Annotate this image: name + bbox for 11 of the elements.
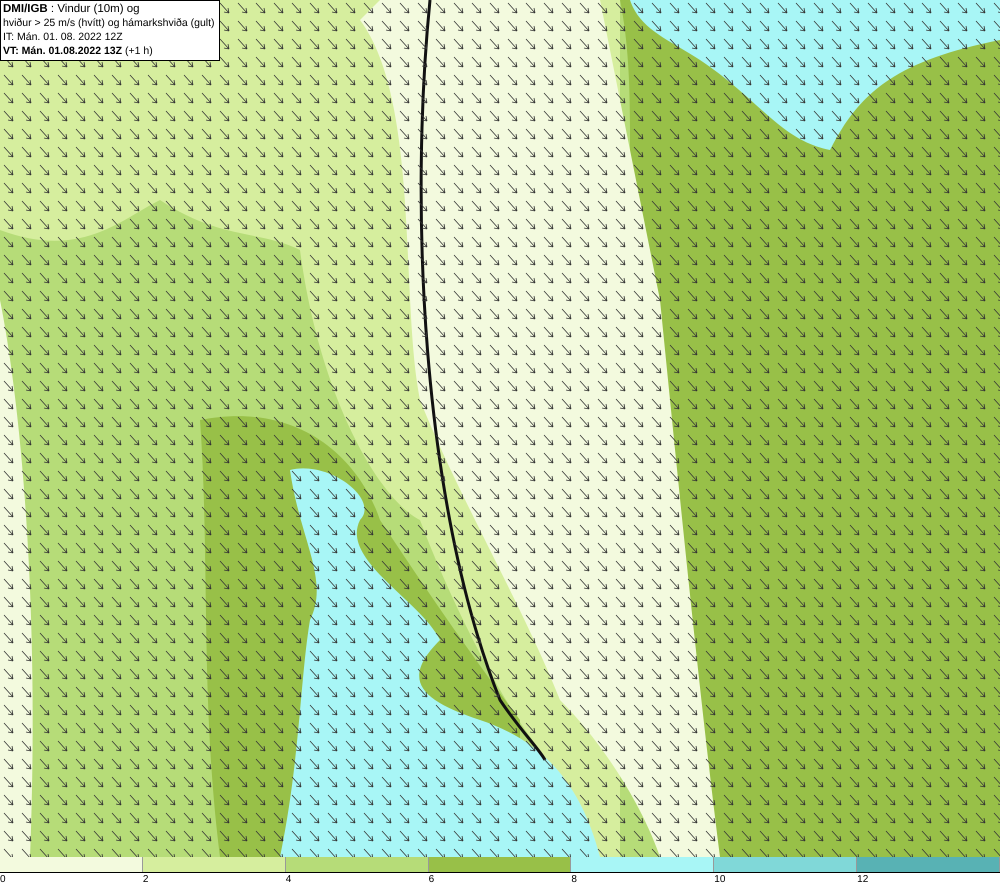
legend-label: 12: [857, 873, 868, 887]
legend-label: 2: [142, 873, 148, 887]
legend-label: 8: [571, 873, 577, 887]
title-line: DMI/IGB : Vindur (10m) og: [3, 2, 141, 16]
legend-label: 0: [0, 873, 6, 887]
legend-label: 4: [286, 873, 292, 887]
title-line: VT: Mán. 01.08.2022 13Z (+1 h): [3, 44, 154, 58]
title-line: IT: Mán. 01. 08. 2022 12Z: [3, 30, 124, 44]
title-line: hviður > 25 m/s (hvítt) og hámarkshviða (gult): [3, 16, 215, 30]
legend-label: 10: [714, 873, 726, 887]
legend-label: 6: [428, 873, 434, 887]
